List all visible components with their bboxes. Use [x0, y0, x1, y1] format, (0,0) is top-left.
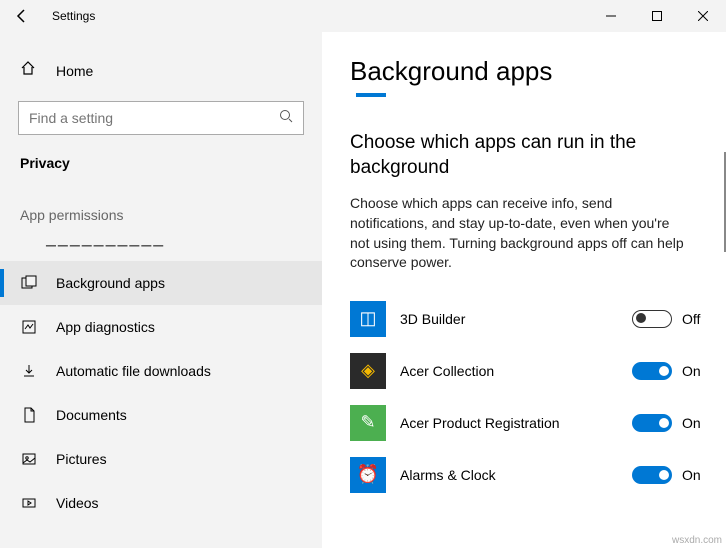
- app-icon: ⏰: [350, 457, 386, 493]
- toggle-state-label: On: [682, 415, 706, 431]
- app-icon: ◈: [350, 353, 386, 389]
- sidebar-item-truncated[interactable]: ──────────: [0, 229, 322, 261]
- toggle-state-label: On: [682, 467, 706, 483]
- sidebar-item-pictures[interactable]: Pictures: [0, 437, 322, 481]
- app-row: ◈ Acer Collection On: [350, 345, 706, 397]
- sidebar-item-background-apps[interactable]: Background apps: [0, 261, 322, 305]
- sidebar-item-documents[interactable]: Documents: [0, 393, 322, 437]
- app-icon: ◫: [350, 301, 386, 337]
- watermark: wsxdn.com: [672, 535, 722, 546]
- sidebar-item-app-diagnostics[interactable]: App diagnostics: [0, 305, 322, 349]
- sidebar-item-label: App diagnostics: [56, 319, 155, 335]
- search-input[interactable]: [29, 110, 279, 126]
- toggle-switch[interactable]: [632, 414, 672, 432]
- diagnostics-icon: [20, 319, 38, 335]
- back-button[interactable]: [0, 0, 44, 32]
- documents-icon: [20, 407, 38, 423]
- sidebar-item-automatic-file-downloads[interactable]: Automatic file downloads: [0, 349, 322, 393]
- home-label: Home: [56, 63, 93, 79]
- sidebar-item-videos[interactable]: Videos: [0, 481, 322, 525]
- toggle-switch[interactable]: [632, 466, 672, 484]
- sidebar-item-label: Automatic file downloads: [56, 363, 211, 379]
- download-icon: [20, 363, 38, 379]
- maximize-button[interactable]: [634, 0, 680, 32]
- accent-bar: [356, 93, 386, 97]
- app-icon: ✎: [350, 405, 386, 441]
- window-title: Settings: [52, 9, 95, 23]
- toggle-state-label: On: [682, 363, 706, 379]
- home-icon: [20, 60, 38, 81]
- app-name: Acer Collection: [400, 363, 632, 379]
- toggle-switch[interactable]: [632, 362, 672, 380]
- sub-heading: Choose which apps can run in the backgro…: [350, 131, 690, 180]
- app-name: 3D Builder: [400, 311, 632, 327]
- toggle-switch[interactable]: [632, 310, 672, 328]
- app-row: ◫ 3D Builder Off: [350, 293, 706, 345]
- toggle-state-label: Off: [682, 311, 706, 327]
- app-row: ✎ Acer Product Registration On: [350, 397, 706, 449]
- app-name: Alarms & Clock: [400, 467, 632, 483]
- content-pane: Background apps Choose which apps can ru…: [322, 32, 726, 548]
- search-icon: [279, 109, 293, 128]
- description: Choose which apps can receive info, send…: [350, 194, 690, 272]
- app-row: ⏰ Alarms & Clock On: [350, 449, 706, 501]
- section-label: App permissions: [0, 187, 322, 229]
- app-name: Acer Product Registration: [400, 415, 632, 431]
- sidebar-item-label: Documents: [56, 407, 127, 423]
- pictures-icon: [20, 451, 38, 467]
- close-button[interactable]: [680, 0, 726, 32]
- minimize-button[interactable]: [588, 0, 634, 32]
- search-input-wrap[interactable]: [18, 101, 304, 135]
- sidebar-item-label: Videos: [56, 495, 99, 511]
- sidebar-item-label: Pictures: [56, 451, 107, 467]
- home-nav[interactable]: Home: [0, 52, 322, 89]
- sidebar-item-label: Background apps: [56, 275, 165, 291]
- page-title: Background apps: [350, 56, 706, 87]
- sidebar: Home Privacy App permissions ────────── …: [0, 32, 322, 548]
- videos-icon: [20, 495, 38, 511]
- category-label: Privacy: [0, 147, 322, 187]
- background-apps-icon: [20, 275, 38, 291]
